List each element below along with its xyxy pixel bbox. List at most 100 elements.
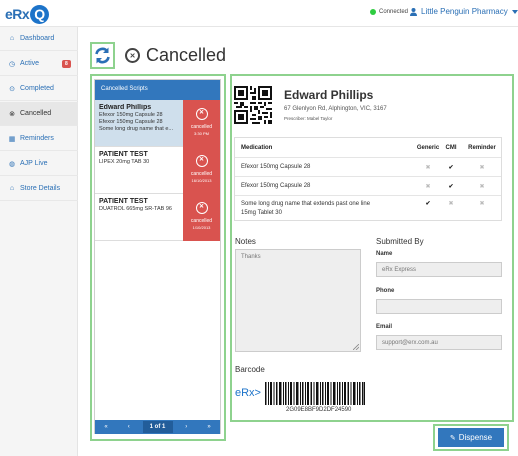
generic-cross-icon[interactable]: ✖ — [413, 164, 443, 171]
barcode-icon — [265, 382, 365, 405]
cancelled-scripts-panel: Cancelled Scripts Edward Phillips Efexor… — [94, 79, 221, 434]
medication-table: Medication Generic CMI Reminder Efexor 1… — [234, 137, 502, 221]
list-item[interactable]: Edward Phillips Efexor 150mg Capsule 28 … — [95, 100, 220, 147]
reminder-cross-icon[interactable]: ✖ — [463, 200, 501, 207]
status-time: 16/10/2013 — [191, 178, 212, 183]
connected-dot-icon — [370, 9, 376, 15]
sidebar-item-label: Active — [20, 60, 40, 67]
next-page-button[interactable]: › — [177, 424, 195, 430]
patient-address: 67 Glenlyon Rd, Alphington, VIC, 3167 — [284, 106, 387, 112]
resize-handle-icon — [353, 344, 359, 350]
sidebar-item-completed[interactable]: ⊙ Completed — [0, 77, 78, 101]
notes-textarea[interactable]: Thanks — [235, 249, 361, 352]
medication-name-line: 15mg Tablet 30 — [241, 210, 282, 216]
detail-highlight — [230, 74, 514, 422]
list-item-text: PATIENT TEST DUATROL 665mg SR-TAB 96 — [99, 198, 181, 213]
table-row: Some long drug name that extends past on… — [235, 196, 501, 221]
sidebar-item-store-details[interactable]: ⌂ Store Details — [0, 177, 78, 201]
dispense-label: Dispense — [458, 433, 493, 442]
qr-code-icon — [234, 86, 272, 124]
sidebar-item-label: AJP Live — [20, 160, 48, 167]
home-icon: ⌂ — [9, 35, 15, 42]
cancelled-status-box: ✕ cancelled 16/10/2013 — [183, 147, 220, 194]
reminder-cross-icon[interactable]: ✖ — [463, 164, 501, 171]
calendar-icon: ▦ — [8, 135, 16, 143]
pharmacy-name: Little Penguin Pharmacy — [421, 7, 508, 16]
cmi-cross-icon[interactable]: ✖ — [441, 200, 461, 207]
cancel-circle-icon: ✕ — [195, 202, 208, 214]
list-item-line: Efexor 150mg Capsule 28 — [99, 119, 163, 125]
status-label: cancelled — [190, 124, 213, 130]
list-item-line: DUATROL 665mg SR-TAB 96 — [99, 206, 172, 212]
last-page-button[interactable]: » — [200, 424, 218, 430]
col-generic: Generic — [416, 145, 440, 151]
list-item-line: Some long drug name that e... — [99, 126, 173, 132]
status-label: cancelled — [190, 171, 213, 177]
name-field[interactable]: eRx Express — [376, 262, 502, 277]
col-cmi: CMI — [445, 145, 457, 151]
list-item-text: Edward Phillips Efexor 150mg Capsule 28 … — [99, 104, 181, 133]
status-label: cancelled — [190, 218, 213, 224]
status-time: 3:30 PM — [194, 131, 209, 136]
list-item-name: Edward Phillips — [99, 104, 152, 111]
list-item-line: Efexor 150mg Capsule 28 — [99, 112, 163, 118]
logo-text: eRx — [5, 6, 30, 22]
pagination: « ‹ 1 of 1 › » — [95, 420, 220, 434]
caret-down-icon — [511, 9, 518, 14]
active-count-badge: 8 — [62, 60, 71, 68]
home-icon: ⌂ — [9, 185, 15, 192]
dispense-button[interactable]: ✎ Dispense — [438, 428, 504, 447]
list-item[interactable]: PATIENT TEST DUATROL 665mg SR-TAB 96 ✕ c… — [95, 194, 220, 241]
sidebar-item-cancelled[interactable]: ⊗ Cancelled — [0, 102, 78, 126]
list-item-line: LIPEX 20mg TAB 30 — [99, 159, 150, 165]
cmi-check-icon[interactable]: ✔ — [441, 183, 461, 190]
first-page-button[interactable]: « — [97, 424, 115, 430]
cancel-circle-icon: ✕ — [125, 48, 140, 63]
sidebar-item-label: Completed — [20, 85, 54, 92]
barcode-value: 2G09E8BF9D2DF24590 — [286, 407, 352, 413]
cmi-check-icon[interactable]: ✔ — [441, 164, 461, 171]
cancelled-status-box: ✕ cancelled 1/10/2013 — [183, 194, 220, 241]
medication-name: Efexor 150mg Capsule 28 — [241, 183, 311, 189]
erx-logo[interactable]: eRx Q — [5, 3, 50, 25]
name-label: Name — [376, 251, 393, 257]
refresh-icon — [95, 47, 110, 64]
erx-barcode-logo: eRx> — [235, 387, 261, 399]
email-field[interactable]: support@erx.com.au — [376, 335, 502, 350]
clock-icon: ◷ — [8, 60, 16, 68]
table-row: Efexor 150mg Capsule 28 ✖ ✔ ✖ — [235, 177, 501, 196]
sidebar-item-active[interactable]: ◷ Active 8 — [0, 52, 78, 76]
sidebar-item-dashboard[interactable]: ⌂ Dashboard — [0, 27, 78, 51]
generic-cross-icon[interactable]: ✖ — [413, 183, 443, 190]
pharmacy-menu[interactable]: Little Penguin Pharmacy — [410, 7, 518, 16]
page-title: ✕ Cancelled — [125, 45, 226, 66]
connection-status-label: Connected — [379, 9, 409, 15]
cancel-circle-icon: ✕ — [195, 108, 208, 120]
barcode-label: Barcode — [235, 365, 265, 374]
top-header: eRx Q Connected Little Penguin Pharmacy — [0, 0, 518, 27]
cancel-circle-icon: ⊗ — [9, 110, 15, 118]
medication-name: Efexor 150mg Capsule 28 — [241, 164, 311, 170]
prev-page-button[interactable]: ‹ — [120, 424, 138, 430]
list-item-text: PATIENT TEST LIPEX 20mg TAB 30 — [99, 151, 181, 166]
patient-name: Edward Phillips — [284, 88, 374, 102]
list-item-name: PATIENT TEST — [99, 198, 148, 205]
phone-field[interactable] — [376, 299, 502, 314]
email-label: Email — [376, 324, 393, 330]
generic-check-icon[interactable]: ✔ — [413, 200, 443, 207]
check-circle-icon: ⊙ — [9, 85, 15, 93]
sidebar-item-label: Reminders — [20, 135, 54, 142]
reminder-cross-icon[interactable]: ✖ — [463, 183, 501, 190]
table-header-row: Medication Generic CMI Reminder — [235, 138, 501, 158]
sidebar-item-reminders[interactable]: ▦ Reminders — [0, 127, 78, 151]
sidebar-item-label: Cancelled — [20, 110, 52, 117]
submitted-by-title: Submitted By — [376, 237, 424, 246]
list-item-name: PATIENT TEST — [99, 151, 148, 158]
refresh-button[interactable] — [90, 42, 115, 69]
medication-name-line: Some long drug name that extends past on… — [241, 201, 371, 207]
logo-q-icon: Q — [30, 4, 50, 24]
pill-icon: ✎ — [449, 434, 456, 442]
list-item[interactable]: PATIENT TEST LIPEX 20mg TAB 30 ✕ cancell… — [95, 147, 220, 194]
sidebar-item-ajp-live[interactable]: ◍ AJP Live — [0, 152, 78, 176]
globe-icon: ◍ — [8, 160, 16, 168]
